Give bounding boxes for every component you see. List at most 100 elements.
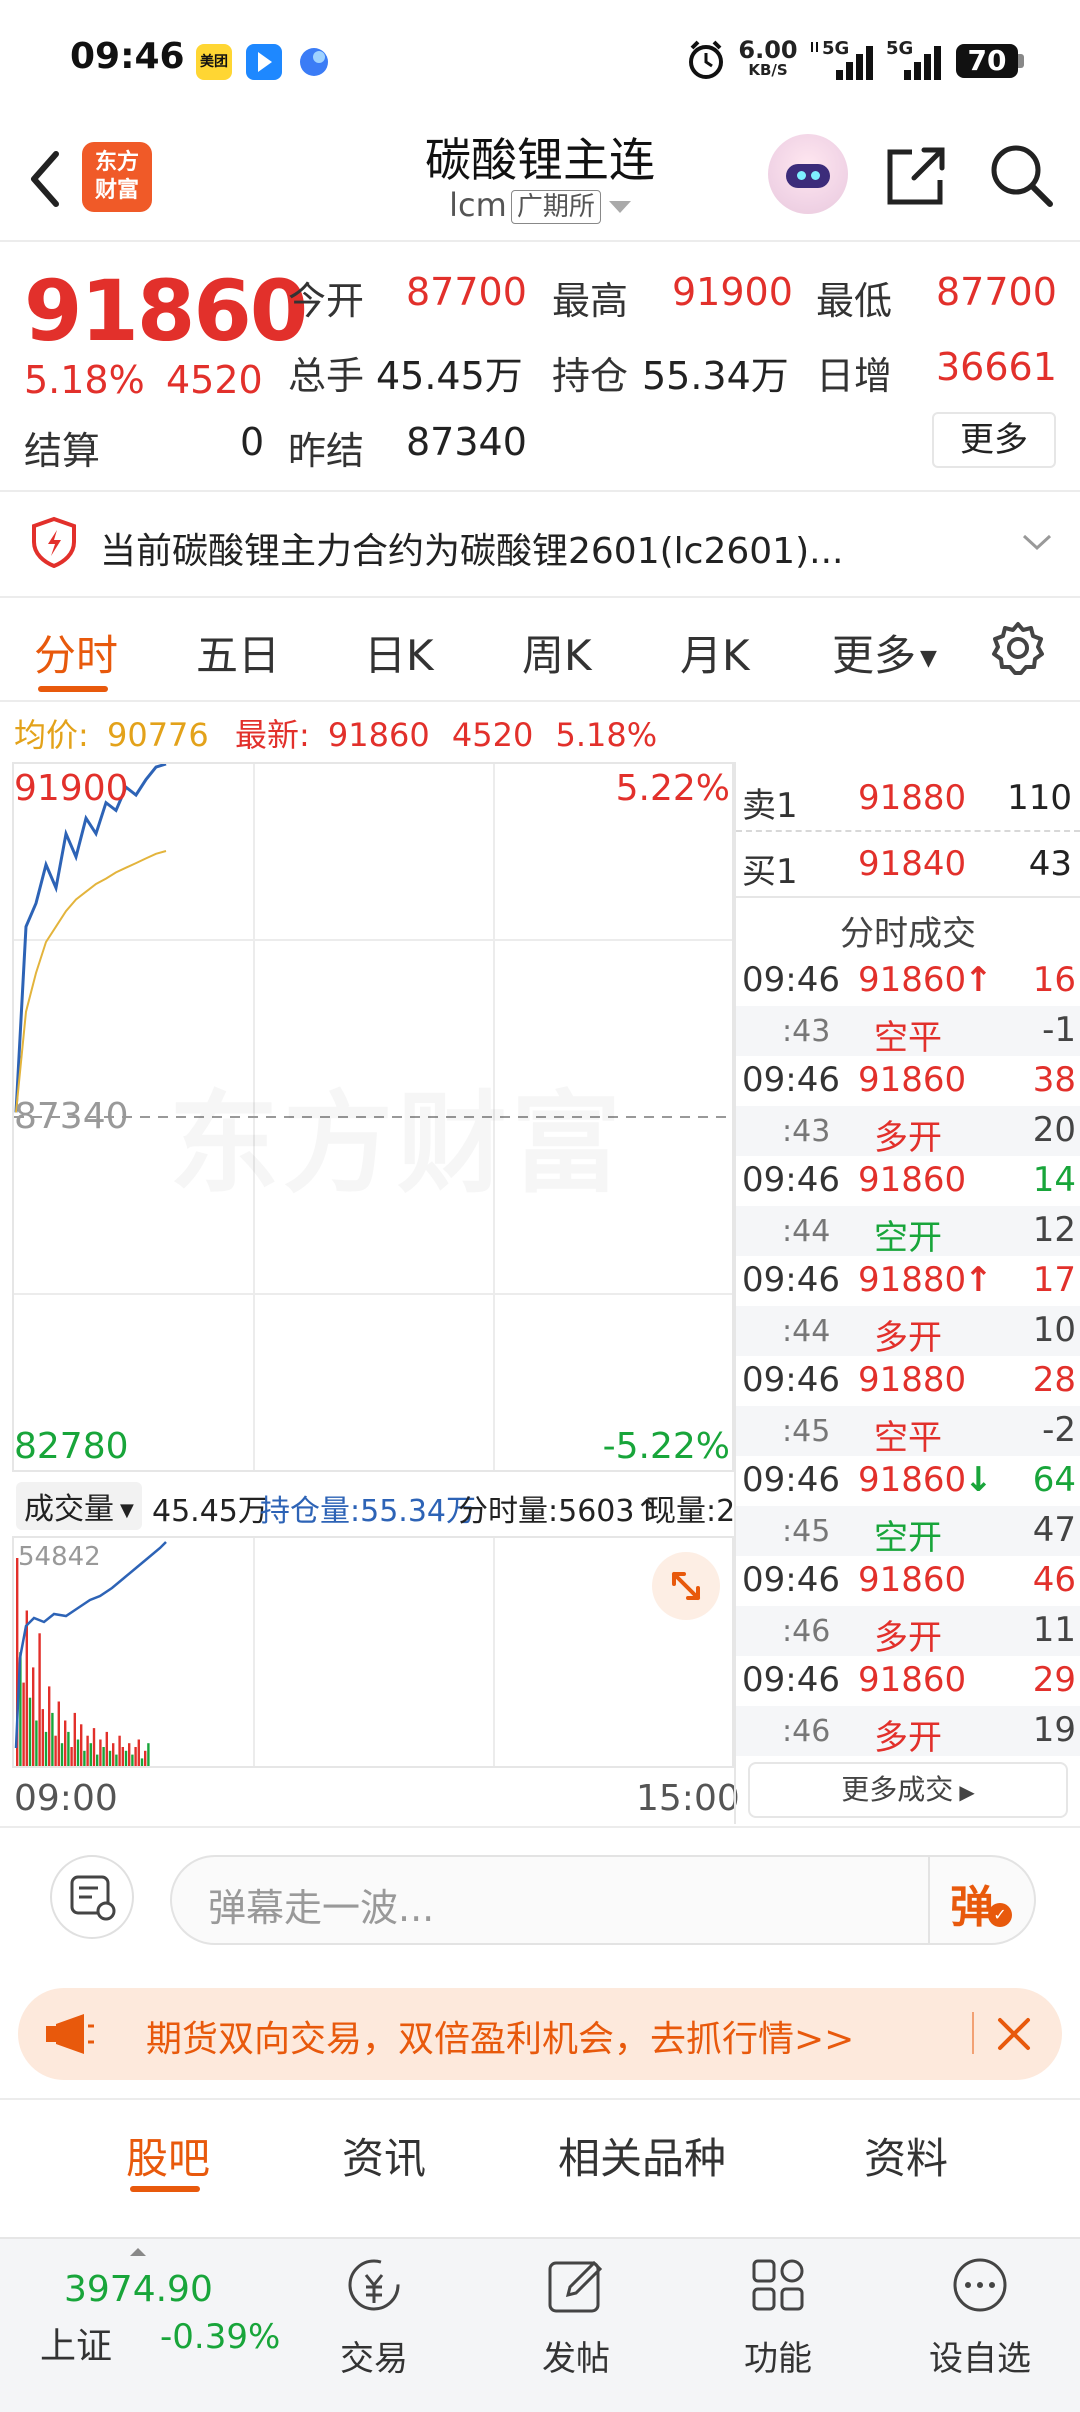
volume-bar (80, 1724, 83, 1766)
caret-down-icon: ▼ (120, 1500, 134, 1521)
nav-add-watchlist[interactable]: 设自选 (920, 2255, 1040, 2395)
chart-settings-button[interactable] (990, 620, 1046, 680)
open-value: 87700 (406, 270, 527, 314)
prev-settle-value: 87340 (406, 420, 527, 464)
tick-row: :45 空开 47 (736, 1506, 1080, 1558)
tab-info[interactable]: 资料 (864, 2125, 948, 2186)
index-value[interactable]: 3974.90 (64, 2269, 213, 2310)
signal-5g-1: 5G (808, 38, 878, 82)
ticks-title: 分时成交 (840, 914, 976, 954)
danmu-settings-icon (70, 1875, 116, 1921)
tab-news[interactable]: 资讯 (342, 2125, 426, 2186)
high-value: 91900 (672, 270, 793, 314)
ai-assistant-avatar[interactable] (768, 134, 848, 214)
volume-bar (28, 1697, 32, 1766)
close-promo-button[interactable] (994, 2014, 1034, 2058)
volume-bar (140, 1758, 144, 1766)
prev-settle-label: 昨结 (288, 429, 365, 473)
volume-bar (48, 1686, 51, 1766)
tab-related[interactable]: 相关品种 (558, 2125, 726, 2186)
y-label-mid: 87340 (14, 1096, 129, 1137)
volume-bar (92, 1728, 96, 1766)
trade-icon (348, 2259, 400, 2311)
status-bar: 09:46 美团 6.00 KB/S 5G 5G 70 (0, 0, 1080, 120)
shield-alert-icon (30, 516, 78, 572)
nav-trade[interactable]: 交易 (324, 2255, 424, 2395)
share-button[interactable] (884, 142, 950, 212)
tab-more[interactable]: 更多 ▼ (832, 622, 937, 683)
tick-volume: -1 (1042, 1010, 1076, 1050)
more-ticks-button[interactable]: 更多成交 ▶ (748, 1762, 1068, 1818)
danmu-input[interactable]: 弹幕走一波... (208, 1877, 434, 1932)
divider (736, 830, 1080, 832)
tick-volume: 28 (1032, 1360, 1076, 1400)
volume-chart[interactable]: 54842 (12, 1536, 734, 1768)
volume-bar (124, 1750, 128, 1766)
daily-increase-value: 36661 (936, 345, 1057, 389)
intraday-chart[interactable]: 东方财富 91900 87340 82780 5.22% -5.22% (12, 762, 734, 1472)
expand-chart-button[interactable] (652, 1552, 720, 1620)
tick-price: 91860 (858, 1660, 967, 1700)
tick-time: :44 (782, 1214, 831, 1249)
app-header: 东方 财富 碳酸锂主连 lcm 广期所 (0, 120, 1080, 240)
tick-row: :46 多开 19 (736, 1706, 1080, 1758)
tick-time: 09:46 (742, 1660, 840, 1700)
avg-label: 均价: (14, 716, 89, 754)
volume-bar (112, 1743, 115, 1766)
main-contract-notice[interactable]: 当前碳酸锂主力合约为碳酸锂2601(lc2601)... (0, 490, 1080, 596)
danmu-input-bar[interactable]: 弹幕走一波... 弹 ✓ (170, 1855, 1036, 1945)
promo-banner[interactable]: 期货双向交易，双倍盈利机会，去抓行情>> (18, 1988, 1062, 2080)
danmu-settings-button[interactable] (50, 1855, 134, 1939)
promo-text: 期货双向交易，双倍盈利机会，去抓行情>> (146, 2019, 855, 2060)
search-button[interactable] (988, 142, 1054, 212)
volume-bar (131, 1754, 134, 1766)
tab-intraday[interactable]: 分时 (34, 622, 118, 683)
tick-type: 多开 (874, 1118, 942, 1158)
tab-weekly-k[interactable]: 周K (522, 622, 592, 683)
tick-time: 09:46 (742, 1460, 840, 1500)
divider (736, 896, 1080, 898)
x-label-start: 09:00 (14, 1778, 118, 1819)
tick-price: 91860 (858, 1160, 967, 1200)
volume-bar (41, 1709, 44, 1766)
divider (0, 1826, 1080, 1828)
tick-list[interactable]: 09:46 91860 ↑ 16:43 空平 -1 09:46 91860 38:43 多开 20 0… (736, 956, 1080, 1758)
index-name[interactable]: 上证 (40, 2317, 112, 2369)
volume-label: 总手 (288, 354, 365, 398)
divider (928, 1857, 930, 1943)
tick-time: :43 (782, 1014, 831, 1049)
tick-row: 09:46 91860 ↑ 16 (736, 956, 1080, 1006)
robot-eye (797, 171, 806, 180)
tick-type: 多开 (874, 1318, 942, 1358)
chevron-down-icon (1020, 530, 1054, 558)
tab-monthly-k[interactable]: 月K (680, 622, 750, 683)
danmu-send-button[interactable]: 弹 (950, 1871, 994, 1935)
open-interest-value: 55.34万 (642, 354, 789, 398)
tick-row: :44 多开 10 (736, 1306, 1080, 1358)
tab-guba[interactable]: 股吧 (126, 2125, 210, 2186)
tick-volume: 47 (1032, 1510, 1076, 1550)
tick-type: 多开 (874, 1718, 942, 1758)
more-circle-icon (953, 2258, 1007, 2312)
low-value: 87700 (936, 270, 1057, 314)
index-change[interactable]: -0.39% (160, 2317, 280, 2357)
nav-functions[interactable]: 功能 (728, 2255, 828, 2395)
volume-bar (121, 1747, 124, 1766)
open-label: 今开 (288, 279, 365, 323)
bid-price: 91840 (858, 844, 967, 884)
volume-bar (83, 1750, 86, 1766)
latest-change: 4520 (451, 716, 534, 754)
caret-down-icon (608, 201, 631, 213)
tick-row: 09:46 91860 ↓ 64 (736, 1456, 1080, 1506)
indicator-select[interactable]: 成交量 ▼ (16, 1482, 142, 1530)
latest-label: 最新: (234, 716, 310, 754)
tab-five-day[interactable]: 五日 (196, 622, 280, 683)
more-quote-button[interactable]: 更多 (932, 412, 1056, 468)
volume-bar (25, 1610, 28, 1766)
volume-bar (73, 1712, 76, 1766)
tab-daily-k[interactable]: 日K (364, 622, 434, 683)
nav-post[interactable]: 发帖 (526, 2255, 626, 2395)
close-icon (998, 2018, 1030, 2050)
ask-volume: 110 (1007, 778, 1072, 818)
volume-bar (22, 1682, 25, 1766)
